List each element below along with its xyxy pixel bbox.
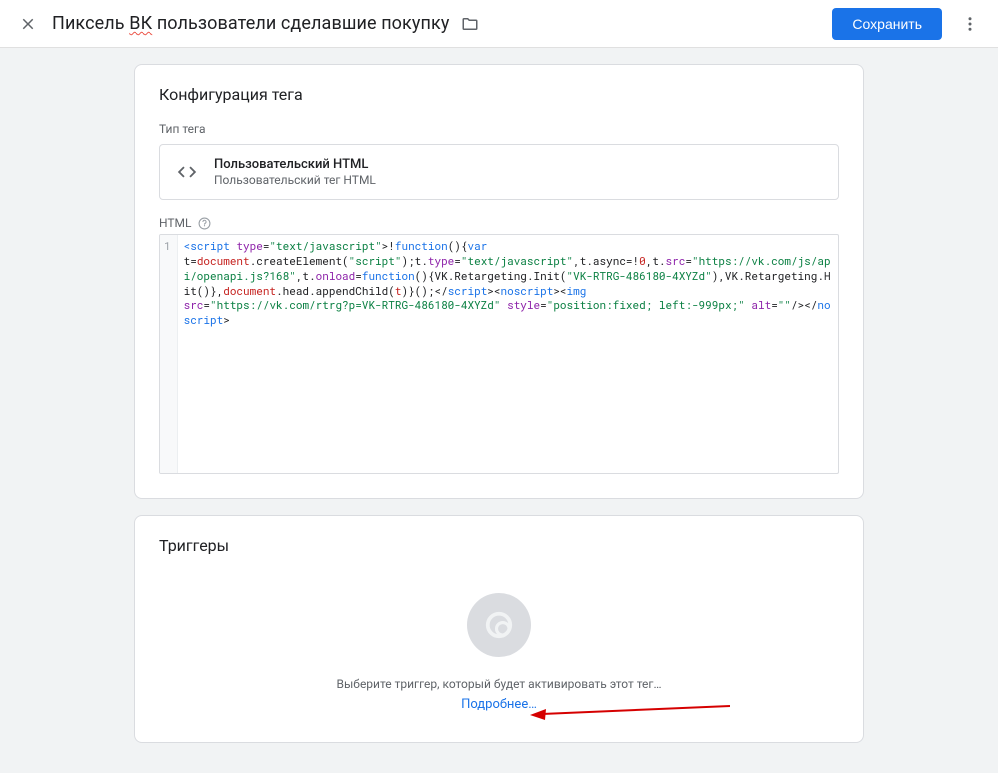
- code-token: ><: [487, 283, 500, 298]
- save-button[interactable]: Сохранить: [832, 8, 942, 40]
- content-area: Конфигурация тега Тип тега Пользовательс…: [0, 48, 998, 773]
- code-token: type: [428, 253, 454, 268]
- code-token: >: [223, 312, 230, 327]
- code-token: "position:fixed; left:-999px;": [547, 297, 745, 312]
- code-token: "": [778, 297, 791, 312]
- code-token: /></: [791, 297, 817, 312]
- code-token: alt: [751, 297, 771, 312]
- code-token: 0: [639, 253, 646, 268]
- card-title: Конфигурация тега: [159, 85, 839, 104]
- tag-type-main: Пользовательский HTML: [214, 157, 376, 172]
- code-token: =: [540, 297, 547, 312]
- code-token: (){VK.Retargeting.Init(: [415, 268, 567, 283]
- code-token: document: [223, 283, 276, 298]
- trigger-empty-state[interactable]: Выберите триггер, который будет активиро…: [159, 573, 839, 712]
- code-token: src: [666, 253, 686, 268]
- code-token: >!: [382, 238, 395, 253]
- trigger-placeholder-icon: [467, 593, 531, 657]
- learn-more-link[interactable]: Подробнее…: [461, 697, 537, 712]
- editor-body[interactable]: <script type="text/javascript">!function…: [178, 235, 838, 473]
- code-token: img: [567, 283, 587, 298]
- trigger-hint-text: Выберите триггер, который будет активиро…: [337, 677, 662, 691]
- code-token: .head.appendChild(: [276, 283, 395, 298]
- title-part2: пользователи сделавшие покупку: [157, 13, 450, 34]
- html-label: HTML: [159, 216, 192, 230]
- code-token: )}();</: [401, 283, 447, 298]
- code-token: script: [448, 283, 488, 298]
- title-spellcheck-word: ВК: [129, 13, 152, 34]
- html-editor[interactable]: 1 <script type="text/javascript">!functi…: [159, 234, 839, 474]
- code-token: "text/javascript": [269, 238, 381, 253]
- code-token: src: [184, 297, 204, 312]
- code-token: ,t.async=!: [573, 253, 639, 268]
- code-token: "https://vk.com/rtrg?p=VK-RTRG-486180-4X…: [210, 297, 500, 312]
- code-token: document: [197, 253, 250, 268]
- tag-config-card: Конфигурация тега Тип тега Пользовательс…: [134, 64, 864, 499]
- tag-type-selector[interactable]: Пользовательский HTML Пользовательский т…: [159, 144, 839, 200]
- code-token: =: [771, 297, 778, 312]
- code-token: function: [395, 238, 448, 253]
- help-icon[interactable]: [198, 217, 211, 230]
- editor-gutter: 1: [160, 235, 178, 473]
- code-token: var: [468, 238, 488, 253]
- code-token: (){: [448, 238, 468, 253]
- code-token: =: [685, 253, 692, 268]
- code-token: script: [190, 238, 230, 253]
- code-token: ,t.: [296, 268, 316, 283]
- triggers-card: Триггеры Выберите триггер, который будет…: [134, 515, 864, 743]
- line-number: 1: [164, 238, 171, 253]
- code-token: onload: [316, 268, 356, 283]
- code-token: ,t.: [646, 253, 666, 268]
- title-part1: Пиксель: [52, 13, 125, 34]
- code-token: t=: [184, 253, 197, 268]
- card-title: Триггеры: [159, 536, 839, 555]
- code-token: "VK-RTRG-486180-4XYZd": [567, 268, 712, 283]
- page-title[interactable]: Пиксель ВК пользователи сделавшие покупк…: [52, 13, 449, 34]
- header-bar: Пиксель ВК пользователи сделавшие покупк…: [0, 0, 998, 48]
- html-label-row: HTML: [159, 216, 839, 230]
- code-token: =: [454, 253, 461, 268]
- folder-icon[interactable]: [461, 15, 479, 33]
- code-icon: [176, 161, 198, 183]
- code-token: style: [507, 297, 540, 312]
- close-icon[interactable]: [16, 12, 40, 36]
- tag-type-sub: Пользовательский тег HTML: [214, 173, 376, 187]
- code-token: .createElement(: [250, 253, 349, 268]
- code-token: noscript: [501, 283, 554, 298]
- code-token: =: [355, 268, 362, 283]
- code-token: "script": [349, 253, 402, 268]
- tag-type-label: Тип тега: [159, 122, 839, 136]
- code-token: );t.: [401, 253, 427, 268]
- code-token: type: [236, 238, 262, 253]
- code-token: function: [362, 268, 415, 283]
- code-token: ><: [553, 283, 566, 298]
- code-token: "text/javascript": [461, 253, 573, 268]
- tag-type-text: Пользовательский HTML Пользовательский т…: [214, 157, 376, 187]
- more-vert-icon[interactable]: [958, 12, 982, 36]
